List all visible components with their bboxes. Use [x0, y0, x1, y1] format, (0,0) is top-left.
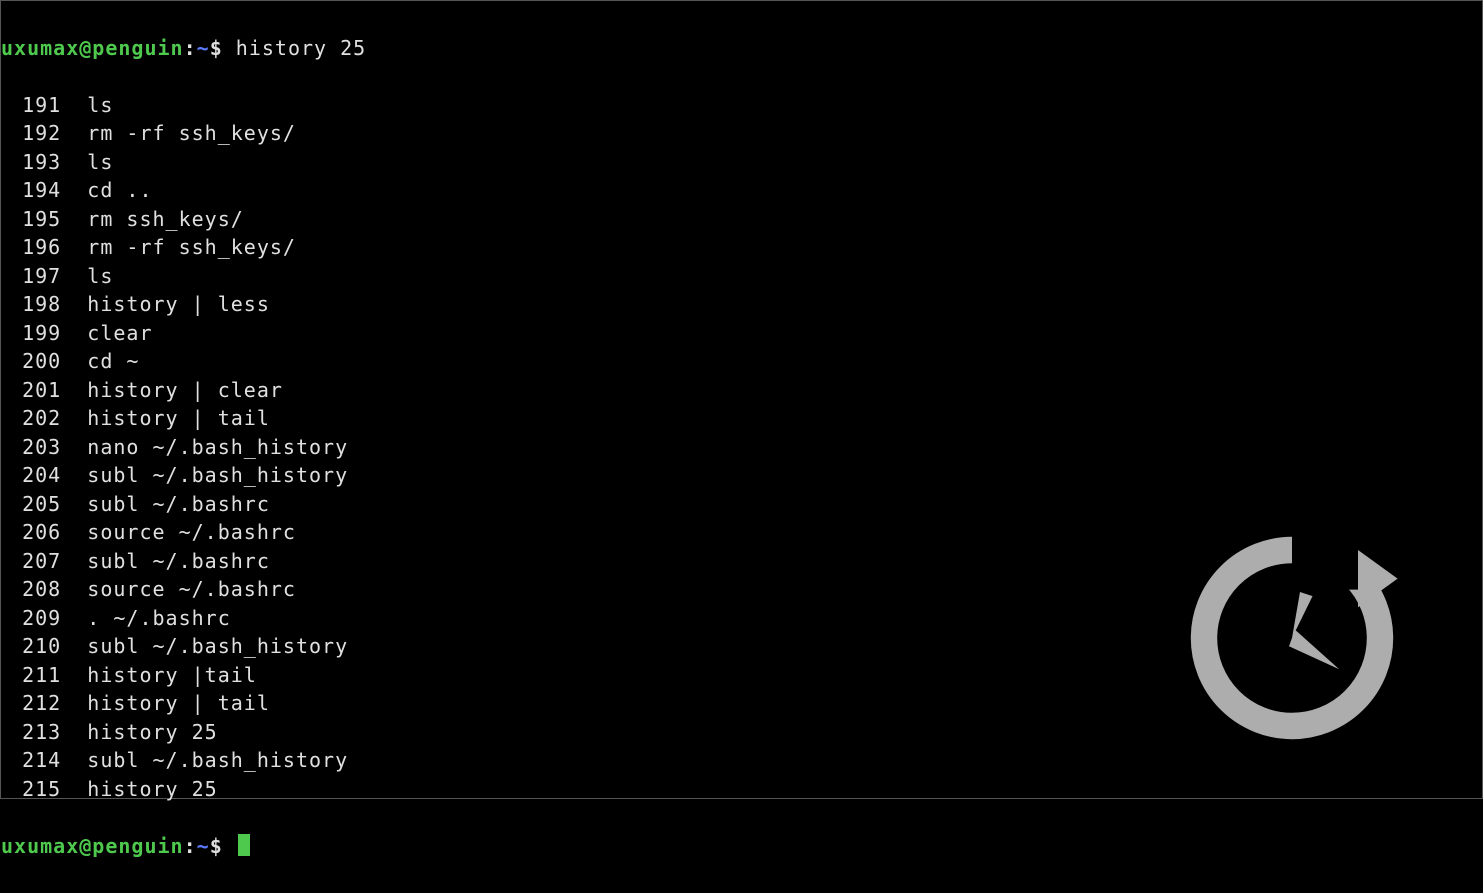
history-command: ls [87, 264, 113, 288]
history-command: source ~/.bashrc [87, 577, 296, 601]
history-number: 196 [1, 233, 61, 262]
history-line: 191 ls [1, 91, 1482, 120]
history-line: 210 subl ~/.bash_history [1, 632, 1482, 661]
history-number: 192 [1, 119, 61, 148]
history-command: nano ~/.bash_history [87, 435, 348, 459]
history-command: subl ~/.bash_history [87, 634, 348, 658]
history-number: 198 [1, 290, 61, 319]
history-line: 202 history | tail [1, 404, 1482, 433]
history-number: 208 [1, 575, 61, 604]
history-number: 206 [1, 518, 61, 547]
history-command: history | tail [87, 691, 270, 715]
prompt-colon: : [184, 834, 197, 858]
history-number: 211 [1, 661, 61, 690]
command-text: history 25 [236, 36, 366, 60]
history-line: 193 ls [1, 148, 1482, 177]
history-command: subl ~/.bashrc [87, 549, 270, 573]
prompt-user: uxumax [1, 36, 79, 60]
history-command: subl ~/.bashrc [87, 492, 270, 516]
history-number: 194 [1, 176, 61, 205]
history-line: 208 source ~/.bashrc [1, 575, 1482, 604]
history-command: history |tail [87, 663, 257, 687]
history-number: 201 [1, 376, 61, 405]
prompt-dollar: $ [210, 36, 223, 60]
prompt-line-2[interactable]: uxumax@penguin:~$ [1, 832, 1482, 861]
history-command: history 25 [87, 720, 217, 744]
history-command: history | tail [87, 406, 270, 430]
prompt-dollar: $ [210, 834, 223, 858]
prompt-path: ~ [197, 36, 210, 60]
history-line: 196 rm -rf ssh_keys/ [1, 233, 1482, 262]
history-command: rm ssh_keys/ [87, 207, 244, 231]
history-line: 199 clear [1, 319, 1482, 348]
prompt-line-1: uxumax@penguin:~$ history 25 [1, 34, 1482, 63]
history-number: 210 [1, 632, 61, 661]
history-command: source ~/.bashrc [87, 520, 296, 544]
history-command: cd ~ [87, 349, 139, 373]
prompt-user: uxumax [1, 834, 79, 858]
history-output: 191 ls192 rm -rf ssh_keys/193 ls194 cd .… [1, 91, 1482, 804]
history-line: 207 subl ~/.bashrc [1, 547, 1482, 576]
history-number: 197 [1, 262, 61, 291]
history-line: 203 nano ~/.bash_history [1, 433, 1482, 462]
prompt-at: @ [79, 36, 92, 60]
prompt-path: ~ [197, 834, 210, 858]
history-line: 200 cd ~ [1, 347, 1482, 376]
history-line: 201 history | clear [1, 376, 1482, 405]
history-line: 209 . ~/.bashrc [1, 604, 1482, 633]
history-line: 205 subl ~/.bashrc [1, 490, 1482, 519]
history-number: 195 [1, 205, 61, 234]
history-number: 191 [1, 91, 61, 120]
history-line: 197 ls [1, 262, 1482, 291]
history-line: 213 history 25 [1, 718, 1482, 747]
history-line: 194 cd .. [1, 176, 1482, 205]
history-number: 202 [1, 404, 61, 433]
history-command: history | clear [87, 378, 283, 402]
history-line: 211 history |tail [1, 661, 1482, 690]
history-line: 198 history | less [1, 290, 1482, 319]
cursor [238, 834, 250, 856]
history-number: 193 [1, 148, 61, 177]
history-number: 209 [1, 604, 61, 633]
history-line: 212 history | tail [1, 689, 1482, 718]
history-number: 213 [1, 718, 61, 747]
prompt-host: penguin [92, 36, 183, 60]
history-command: ls [87, 93, 113, 117]
history-command: rm -rf ssh_keys/ [87, 121, 296, 145]
terminal[interactable]: uxumax@penguin:~$ history 25 191 ls192 r… [1, 1, 1482, 893]
history-number: 205 [1, 490, 61, 519]
history-command: ls [87, 150, 113, 174]
history-line: 204 subl ~/.bash_history [1, 461, 1482, 490]
history-line: 195 rm ssh_keys/ [1, 205, 1482, 234]
prompt-colon: : [184, 36, 197, 60]
history-number: 199 [1, 319, 61, 348]
history-line: 192 rm -rf ssh_keys/ [1, 119, 1482, 148]
history-command: subl ~/.bash_history [87, 748, 348, 772]
history-number: 214 [1, 746, 61, 775]
history-line: 206 source ~/.bashrc [1, 518, 1482, 547]
history-command: cd .. [87, 178, 152, 202]
history-command: history 25 [87, 777, 217, 801]
history-line: 214 subl ~/.bash_history [1, 746, 1482, 775]
history-number: 204 [1, 461, 61, 490]
history-command: rm -rf ssh_keys/ [87, 235, 296, 259]
history-command: subl ~/.bash_history [87, 463, 348, 487]
history-command: history | less [87, 292, 270, 316]
history-number: 200 [1, 347, 61, 376]
history-command: clear [87, 321, 152, 345]
history-number: 207 [1, 547, 61, 576]
prompt-at: @ [79, 834, 92, 858]
history-number: 212 [1, 689, 61, 718]
history-number: 203 [1, 433, 61, 462]
prompt-host: penguin [92, 834, 183, 858]
history-command: . ~/.bashrc [87, 606, 230, 630]
